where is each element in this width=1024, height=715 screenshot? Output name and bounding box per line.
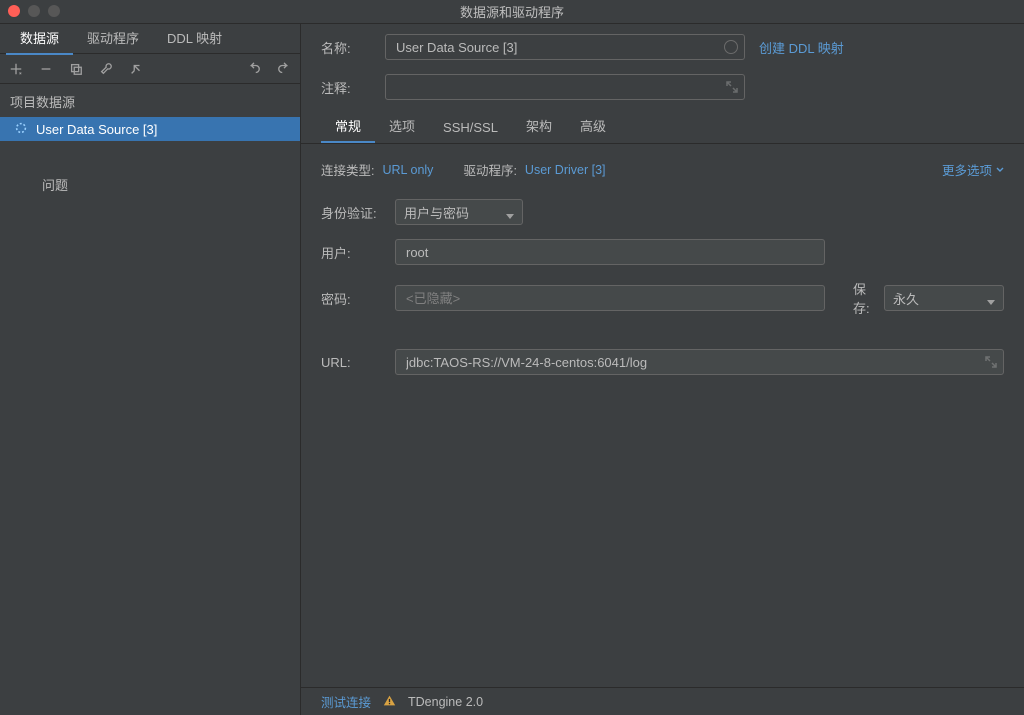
right-panel: 名称: 创建 DDL 映射 注释:: [301, 24, 1024, 715]
tab-options[interactable]: 选项: [375, 110, 429, 143]
left-toolbar: [0, 54, 300, 84]
password-field[interactable]: [395, 285, 825, 311]
comment-input[interactable]: [394, 79, 736, 96]
titlebar: 数据源和驱动程序: [0, 0, 1024, 24]
auth-label: 身份验证:: [321, 203, 381, 222]
window-title: 数据源和驱动程序: [460, 2, 564, 21]
connection-type-label: 连接类型:: [321, 160, 374, 179]
undo-icon[interactable]: [246, 61, 262, 77]
duplicate-icon[interactable]: [68, 61, 84, 77]
more-options-label: 更多选项: [942, 160, 992, 179]
test-connection-link[interactable]: 测试连接: [321, 692, 371, 711]
window-controls: [8, 5, 60, 17]
comment-field[interactable]: [385, 74, 745, 100]
comment-label: 注释:: [321, 78, 371, 97]
url-label: URL:: [321, 355, 381, 370]
chevron-down-icon: [987, 295, 995, 310]
driver-status-text: TDengine 2.0: [408, 695, 483, 709]
minimize-window-button[interactable]: [28, 5, 40, 17]
save-select-value: 永久: [893, 289, 919, 308]
url-field[interactable]: [395, 349, 1004, 375]
tab-ssh-ssl[interactable]: SSH/SSL: [429, 114, 512, 143]
issues-section[interactable]: 问题: [0, 159, 300, 202]
tab-ddl-mapping[interactable]: DDL 映射: [153, 22, 236, 55]
datasource-item-label: User Data Source [3]: [36, 122, 157, 137]
more-options-link[interactable]: 更多选项: [942, 160, 1004, 179]
driver-value-link[interactable]: User Driver [3]: [525, 163, 606, 177]
auth-select-value: 用户与密码: [404, 203, 469, 222]
create-ddl-mapping-link[interactable]: 创建 DDL 映射: [759, 38, 844, 57]
chevron-down-icon: [996, 166, 1004, 174]
left-tabs: 数据源 驱动程序 DDL 映射: [0, 24, 300, 54]
status-bar: 测试连接 TDengine 2.0: [301, 687, 1024, 715]
driver-label: 驱动程序:: [463, 160, 516, 179]
save-label: 保存:: [853, 279, 870, 317]
color-indicator-icon[interactable]: [724, 40, 738, 54]
tab-drivers[interactable]: 驱动程序: [73, 22, 153, 55]
expand-icon[interactable]: [726, 81, 738, 96]
datasource-icon: [14, 121, 28, 138]
user-field[interactable]: [395, 239, 825, 265]
user-label: 用户:: [321, 243, 381, 262]
name-label: 名称:: [321, 38, 371, 57]
datasource-tree: User Data Source [3]: [0, 117, 300, 141]
password-label: 密码:: [321, 289, 381, 308]
tab-schemas[interactable]: 架构: [512, 110, 566, 143]
make-global-icon[interactable]: [128, 61, 144, 77]
wrench-icon[interactable]: [98, 61, 114, 77]
password-input[interactable]: [404, 290, 816, 307]
tab-datasources[interactable]: 数据源: [6, 22, 73, 55]
expand-icon[interactable]: [985, 356, 997, 371]
name-input[interactable]: [394, 39, 736, 56]
left-panel: 数据源 驱动程序 DDL 映射: [0, 24, 301, 715]
config-tabs: 常规 选项 SSH/SSL 架构 高级: [301, 114, 1024, 144]
maximize-window-button[interactable]: [48, 5, 60, 17]
add-icon[interactable]: [8, 61, 24, 77]
tab-general[interactable]: 常规: [321, 110, 375, 143]
url-input[interactable]: [404, 354, 995, 371]
user-input[interactable]: [404, 244, 816, 261]
chevron-down-icon: [506, 209, 514, 224]
project-datasources-header: 项目数据源: [0, 84, 300, 117]
redo-icon[interactable]: [276, 61, 292, 77]
auth-select[interactable]: 用户与密码: [395, 199, 523, 225]
close-window-button[interactable]: [8, 5, 20, 17]
connection-type-value[interactable]: URL only: [382, 163, 433, 177]
remove-icon[interactable]: [38, 61, 54, 77]
datasource-item[interactable]: User Data Source [3]: [0, 117, 300, 141]
tab-advanced[interactable]: 高级: [566, 110, 620, 143]
name-field[interactable]: [385, 34, 745, 60]
warning-icon: [383, 694, 396, 710]
save-select[interactable]: 永久: [884, 285, 1004, 311]
